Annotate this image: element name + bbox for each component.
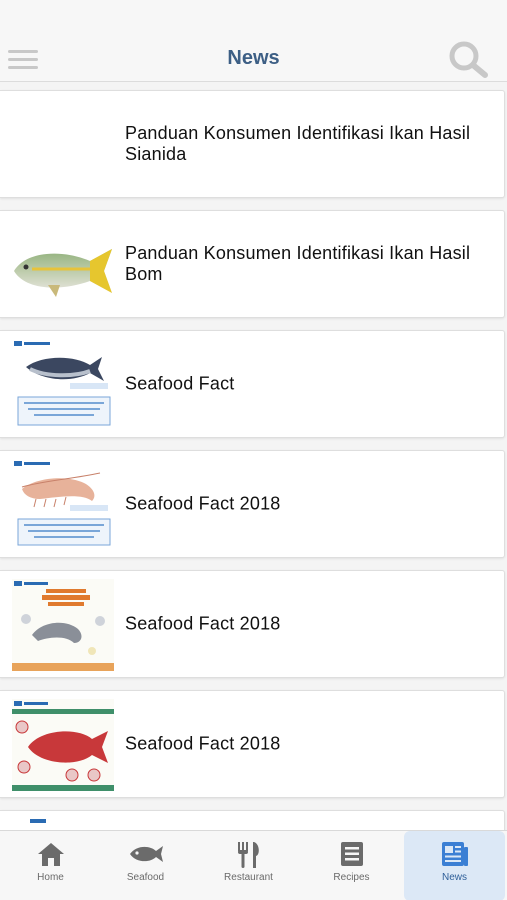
- tab-seafood[interactable]: Seafood: [95, 831, 196, 900]
- home-icon: [37, 843, 64, 866]
- tab-label: Home: [37, 872, 64, 883]
- tab-label: Restaurant: [224, 872, 273, 883]
- news-title: Seafood Fact 2018: [125, 733, 281, 754]
- news-title: Seafood Fact: [125, 373, 235, 394]
- page-title: News: [227, 47, 280, 69]
- tab-label: Seafood: [126, 872, 165, 883]
- seafood-savers-tuna-card: [12, 339, 114, 431]
- thumbnail-partial: [30, 819, 46, 823]
- news-card[interactable]: Panduan Konsumen Identifikasi Ikan Hasil…: [0, 90, 505, 198]
- news-title: Seafood Fact 2018: [125, 493, 281, 514]
- tab-restaurant[interactable]: Restaurant: [198, 831, 299, 900]
- news-card[interactable]: Seafood Fact 2018: [0, 450, 505, 558]
- news-title: Panduan Konsumen Identifikasi Ikan Hasil…: [125, 123, 471, 164]
- tab-label: Recipes: [333, 872, 370, 883]
- tab-home[interactable]: Home: [0, 831, 101, 900]
- news-card[interactable]: Seafood Fact: [0, 330, 505, 438]
- tab-label: News: [441, 872, 467, 883]
- seafood-savers-shrimp-card: [12, 459, 114, 551]
- bottom-tab-bar: Home Seafood Restaurant Recipes News: [0, 830, 507, 900]
- news-card[interactable]: Seafood Fact 2018: [0, 570, 505, 678]
- news-list: Panduan Konsumen Identifikasi Ikan Hasil…: [0, 82, 507, 830]
- seafood-savers-udang-infographic: [12, 579, 114, 671]
- app-screen: News Panduan Konsumen Identifikasi Ikan …: [0, 0, 507, 900]
- top-bar: News: [0, 0, 507, 82]
- news-title: Panduan Konsumen Identifikasi Ikan Hasil…: [125, 243, 471, 284]
- news-title: Seafood Fact 2018: [125, 613, 281, 634]
- tab-news[interactable]: News: [404, 831, 505, 900]
- search-icon[interactable]: [446, 40, 490, 78]
- fork-knife-icon: [237, 842, 259, 868]
- news-card[interactable]: [0, 810, 505, 830]
- news-card[interactable]: Seafood Fact 2018: [0, 690, 505, 798]
- seafood-savers-red-fish-infographic: [12, 699, 114, 791]
- tab-recipes[interactable]: Recipes: [301, 831, 402, 900]
- recipes-icon: [340, 842, 363, 866]
- yellowtail-fish-photo: [14, 249, 112, 297]
- news-icon: [441, 842, 468, 866]
- news-card[interactable]: Panduan Konsumen Identifikasi Ikan Hasil…: [0, 210, 505, 318]
- fish-icon: [129, 846, 163, 862]
